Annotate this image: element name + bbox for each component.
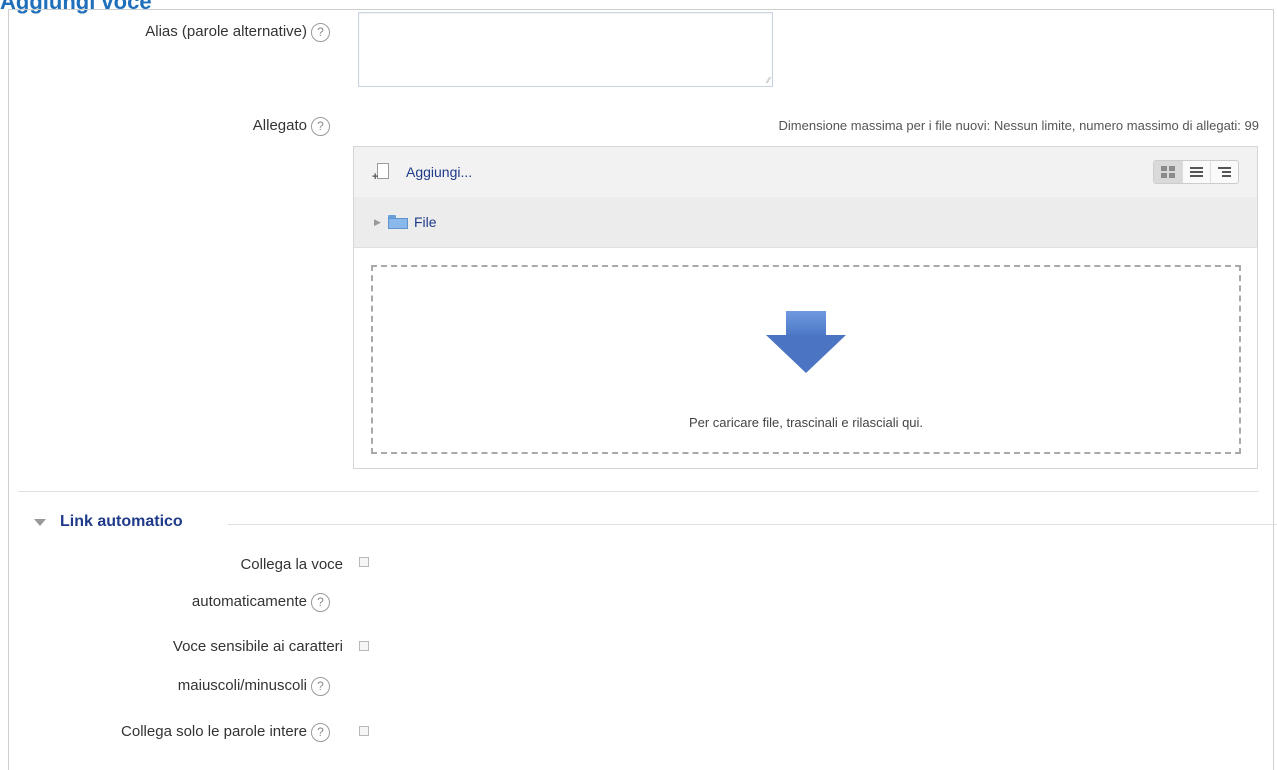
auto-link-checkbox[interactable]	[359, 557, 369, 567]
upload-limit-text: Dimensione massima per i file nuovi: Nes…	[778, 118, 1259, 133]
help-icon[interactable]: ?	[311, 22, 330, 42]
file-manager: + Aggiungi... ▶ File Per caricare file, …	[353, 146, 1258, 469]
list-view-button[interactable]	[1182, 161, 1210, 183]
case-sensitive-label-line1: Voce sensibile ai caratteri	[172, 638, 343, 655]
view-toggle-group	[1153, 160, 1239, 184]
legend-line	[228, 524, 1277, 525]
section-divider	[18, 491, 1259, 492]
icons-view-icon	[1161, 166, 1175, 178]
icons-view-button[interactable]	[1154, 161, 1182, 183]
collapse-arrow-icon	[34, 518, 46, 526]
case-sensitive-checkbox[interactable]	[359, 641, 369, 651]
list-view-icon	[1190, 165, 1203, 179]
section-title: Link automatico	[60, 513, 183, 530]
tree-view-button[interactable]	[1210, 161, 1238, 183]
folder-icon	[388, 215, 408, 229]
attachment-label: Allegato	[252, 117, 307, 134]
help-icon[interactable]: ?	[311, 592, 330, 612]
file-path-bar: ▶ File	[354, 197, 1257, 248]
tree-view-icon	[1218, 165, 1231, 179]
case-sensitive-label-line2: maiuscoli/minuscoli	[177, 677, 307, 694]
full-words-label: Collega solo le parole intere	[121, 723, 307, 740]
full-words-checkbox[interactable]	[359, 726, 369, 736]
help-icon[interactable]: ?	[311, 722, 330, 742]
arrow-down-icon	[766, 311, 846, 373]
path-folder-link[interactable]: File	[414, 214, 437, 230]
resize-handle-icon[interactable]: ⁄⁄	[767, 77, 770, 85]
expand-arrow-icon[interactable]: ▶	[374, 217, 384, 228]
file-manager-toolbar: + Aggiungi...	[354, 147, 1257, 198]
add-file-icon: +	[372, 162, 392, 183]
add-file-label: Aggiungi...	[406, 164, 473, 180]
alias-label: Alias (parole alternative)	[145, 23, 307, 40]
help-icon[interactable]: ?	[311, 676, 330, 696]
file-dropzone[interactable]: Per caricare file, trascinali e rilascia…	[371, 265, 1241, 454]
dropzone-text: Per caricare file, trascinali e rilascia…	[688, 415, 924, 430]
add-file-button[interactable]: + Aggiungi...	[372, 162, 473, 183]
section-toggle-link-automatico[interactable]: Link automatico	[30, 513, 189, 531]
auto-link-label-line2: automaticamente	[191, 593, 307, 610]
alias-textarea[interactable]: ⁄⁄	[358, 12, 773, 87]
help-icon[interactable]: ?	[311, 116, 330, 136]
auto-link-label-line1: Collega la voce	[240, 556, 343, 573]
